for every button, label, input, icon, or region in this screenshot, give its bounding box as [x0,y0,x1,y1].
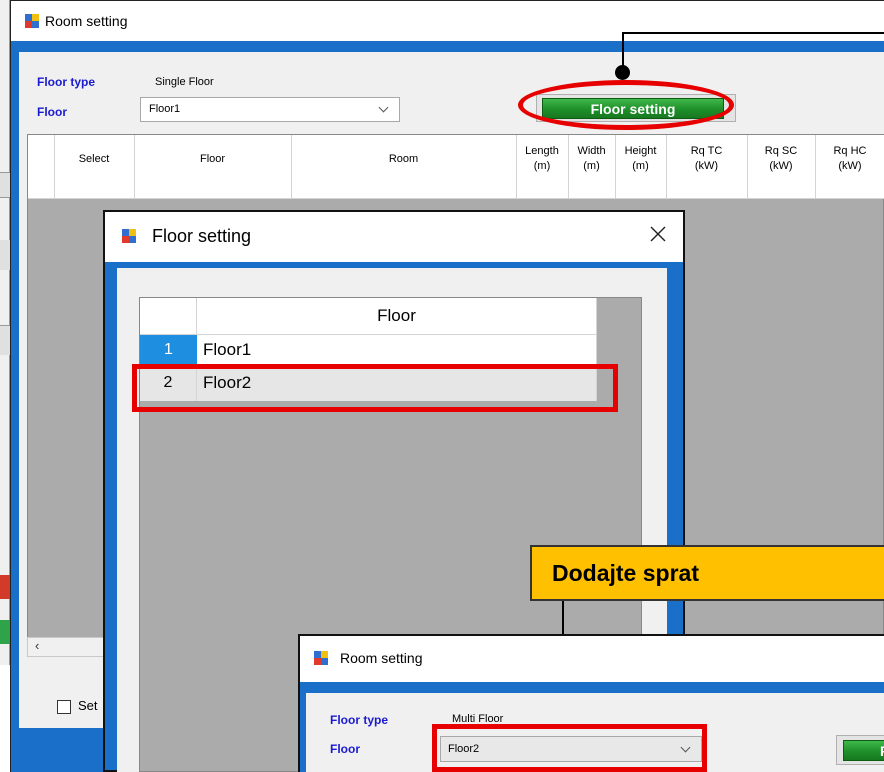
highlight-floor2-row [132,364,618,412]
floor-select[interactable]: Floor1 [140,97,400,122]
floor-label: Floor [37,105,67,119]
col-header-floor[interactable]: Floor [134,152,291,167]
background-window-sliver [0,0,10,665]
second-window-title: Room setting [340,650,423,666]
second-floor-setting-button[interactable]: F [836,735,884,765]
second-floor-setting-button-label: F [880,743,884,759]
floor-dialog-title: Floor setting [152,226,252,246]
callout-dot-top [615,65,630,80]
app-icon [314,651,328,665]
floor-list-corner [140,298,197,335]
col-header-width[interactable]: Width (m) [568,144,615,174]
floor-row-1-number[interactable]: 1 [140,335,197,365]
col-header-length[interactable]: Length (m) [516,144,568,174]
callout-line-top [622,32,884,34]
callout-text: Dodajte sprat [552,560,699,586]
floor-select-value: Floor1 [149,103,181,115]
app-icon [25,14,39,28]
chevron-down-icon [378,102,389,113]
app-icon [122,229,136,243]
col-header-rq-hc[interactable]: Rq HC (kW) [815,144,884,174]
col-header-rq-tc[interactable]: Rq TC (kW) [666,144,747,174]
col-header-height[interactable]: Height (m) [615,144,666,174]
close-icon[interactable] [649,225,667,243]
col-header-rq-sc[interactable]: Rq SC (kW) [747,144,815,174]
scroll-left-icon[interactable]: ‹ [35,638,39,653]
floor-list-header[interactable]: Floor [197,298,597,335]
floor-dialog-title-bar[interactable]: Floor setting [105,212,683,262]
grid-header: Select Floor Room Length (m) Width (m) Hei… [28,135,884,199]
set-checkbox[interactable] [57,700,71,714]
floor-type-value: Single Floor [155,76,214,88]
second-floor-label: Floor [330,742,360,756]
second-title-bar[interactable]: Room setting [300,636,884,682]
col-header-select[interactable]: Select [54,152,134,167]
set-checkbox-label: Set [78,698,98,713]
col-header-room[interactable]: Room [291,152,516,167]
floor-row-1-name[interactable]: Floor1 [197,335,597,365]
callout-box: Dodajte sprat [530,545,884,601]
highlight-ellipse [518,80,734,130]
highlight-floor2-select [432,724,707,772]
main-title-bar[interactable]: Room setting [11,1,884,41]
floor-type-label: Floor type [37,75,96,89]
main-window-title: Room setting [45,13,128,29]
second-floor-type-label: Floor type [330,713,389,727]
